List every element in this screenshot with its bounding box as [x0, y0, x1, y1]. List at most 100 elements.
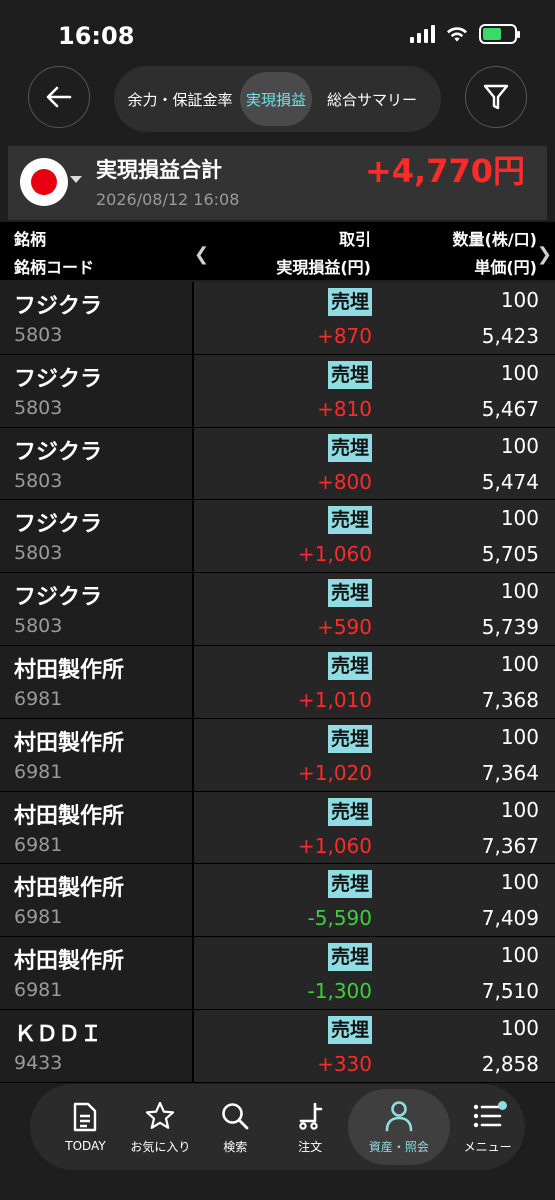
- tab-margin-rate[interactable]: 余力・保証金率: [120, 72, 240, 126]
- quantity: 100: [500, 797, 539, 822]
- chevron-right-icon[interactable]: ❯: [537, 244, 552, 265]
- stock-name: 村田製作所: [14, 876, 125, 902]
- tab-label: 検索: [223, 1139, 248, 1154]
- quantity: 100: [500, 724, 539, 749]
- header-quantity: 数量(株/口): [452, 230, 537, 249]
- stock-code: 5803: [14, 542, 63, 565]
- cart-icon: [294, 1100, 326, 1132]
- table-row[interactable]: 村田製作所 6981 売埋 +1,060 100 7,367: [0, 791, 555, 865]
- table-row[interactable]: 村田製作所 6981 売埋 -5,590 100 7,409: [0, 864, 555, 938]
- stock-name: 村田製作所: [14, 730, 125, 756]
- tab-search[interactable]: 検索: [198, 1089, 273, 1165]
- unit-price: 7,409: [481, 906, 539, 931]
- header-stock: 銘柄: [14, 230, 47, 249]
- star-icon: [144, 1100, 176, 1132]
- stock-code: 6981: [14, 760, 63, 783]
- stock-name: フジクラ: [14, 439, 103, 465]
- tab-today[interactable]: TODAY: [48, 1089, 123, 1165]
- realized-pl: +1,020: [297, 760, 372, 785]
- unit-price: 7,364: [481, 760, 539, 785]
- table-row[interactable]: 村田製作所 6981 売埋 +1,010 100 7,368: [0, 645, 555, 719]
- trade-badge: 売埋: [327, 1015, 372, 1044]
- tab-menu[interactable]: メニュー: [450, 1089, 525, 1165]
- table-row[interactable]: フジクラ 5803 売埋 +800 100 5,474: [0, 427, 555, 501]
- trade-list: フジクラ 5803 売埋 +870 100 5,423 フジクラ 5803 売埋…: [0, 282, 555, 1083]
- tab-label: メニュー: [463, 1139, 512, 1154]
- summary-title: 実現損益合計: [96, 158, 222, 182]
- unit-price: 2,858: [481, 1051, 539, 1076]
- tab-realized-pl[interactable]: 実現損益: [240, 72, 312, 126]
- stock-code: 6981: [14, 906, 63, 929]
- unit-price: 5,474: [481, 469, 539, 494]
- search-icon: [219, 1100, 251, 1132]
- quantity: 100: [500, 506, 539, 531]
- header-unit-price: 単価(円): [474, 258, 537, 277]
- realized-pl: +330: [317, 1051, 372, 1076]
- document-icon: [69, 1101, 101, 1133]
- stock-code: 5803: [14, 469, 63, 492]
- segmented-tabs: 余力・保証金率 実現損益 総合サマリー: [114, 66, 441, 132]
- realized-pl: +800: [317, 469, 372, 494]
- header-realized-pl: 実現損益(円): [276, 258, 371, 277]
- back-button[interactable]: [28, 66, 90, 128]
- unit-price: 5,423: [481, 324, 539, 348]
- table-row[interactable]: フジクラ 5803 売埋 +870 100 5,423: [0, 282, 555, 355]
- stock-name: 村田製作所: [14, 803, 125, 829]
- notification-dot: [498, 1101, 508, 1110]
- trade-badge: 売埋: [327, 943, 372, 972]
- unit-price: 7,510: [481, 979, 539, 1004]
- tab-label: TODAY: [65, 1139, 106, 1153]
- stock-code: 9433: [14, 1051, 63, 1074]
- filter-button[interactable]: [465, 66, 527, 128]
- unit-price: 5,467: [481, 396, 539, 421]
- trade-badge: 売埋: [327, 433, 372, 462]
- tab-label: お気に入り: [130, 1139, 191, 1154]
- trade-badge: 売埋: [327, 506, 372, 535]
- unit-price: 5,739: [481, 615, 539, 640]
- summary-total: +4,770円: [364, 152, 525, 190]
- bottom-tab-bar: TODAY お気に入り 検索 注文 資産・照会 メニュー: [30, 1084, 525, 1170]
- stock-code: 6981: [14, 687, 63, 710]
- chevron-left-icon[interactable]: ❮: [194, 244, 209, 265]
- status-bar: 16:08: [0, 0, 555, 70]
- trade-badge: 売埋: [327, 651, 372, 680]
- trade-badge: 売埋: [327, 579, 372, 608]
- person-icon: [383, 1100, 415, 1132]
- stock-code: 5803: [14, 615, 63, 638]
- realized-pl: -5,590: [307, 906, 372, 931]
- tab-favorites[interactable]: お気に入り: [123, 1089, 198, 1165]
- realized-pl: +1,060: [297, 833, 372, 858]
- quantity: 100: [500, 288, 539, 312]
- table-row[interactable]: フジクラ 5803 売埋 +810 100 5,467: [0, 354, 555, 428]
- quantity: 100: [500, 579, 539, 604]
- trade-badge: 売埋: [327, 724, 372, 753]
- tab-order[interactable]: 注文: [273, 1089, 348, 1165]
- trade-badge: 売埋: [327, 870, 372, 899]
- chevron-down-icon[interactable]: [70, 176, 82, 183]
- filter-icon: [483, 84, 509, 110]
- table-row[interactable]: ＫＤＤＩ 9433 売埋 +330 100 2,858: [0, 1009, 555, 1083]
- trade-badge: 売埋: [327, 360, 372, 389]
- table-row[interactable]: 村田製作所 6981 売埋 -1,300 100 7,510: [0, 937, 555, 1010]
- table-row[interactable]: フジクラ 5803 売埋 +590 100 5,739: [0, 573, 555, 646]
- tab-label: 注文: [298, 1139, 323, 1154]
- stock-name: 村田製作所: [14, 657, 125, 683]
- trade-badge: 売埋: [327, 797, 372, 826]
- table-row[interactable]: 村田製作所 6981 売埋 +1,020 100 7,364: [0, 718, 555, 792]
- realized-pl: +810: [317, 396, 372, 421]
- quantity: 100: [500, 870, 539, 895]
- stock-name: フジクラ: [14, 366, 103, 392]
- stock-name: フジクラ: [14, 294, 103, 319]
- stock-name: 村田製作所: [14, 949, 125, 975]
- header-trade: 取引: [338, 230, 371, 249]
- tab-assets[interactable]: 資産・照会: [347, 1089, 451, 1165]
- realized-pl: -1,300: [307, 979, 372, 1004]
- tab-summary[interactable]: 総合サマリー: [312, 72, 432, 126]
- quantity: 100: [500, 1015, 539, 1040]
- stock-code: 5803: [14, 324, 63, 346]
- stock-name: ＫＤＤＩ: [14, 1021, 103, 1047]
- table-row[interactable]: フジクラ 5803 売埋 +1,060 100 5,705: [0, 500, 555, 574]
- japan-flag-icon[interactable]: [20, 158, 68, 206]
- signal-icon: [410, 25, 435, 43]
- quantity: 100: [500, 433, 539, 458]
